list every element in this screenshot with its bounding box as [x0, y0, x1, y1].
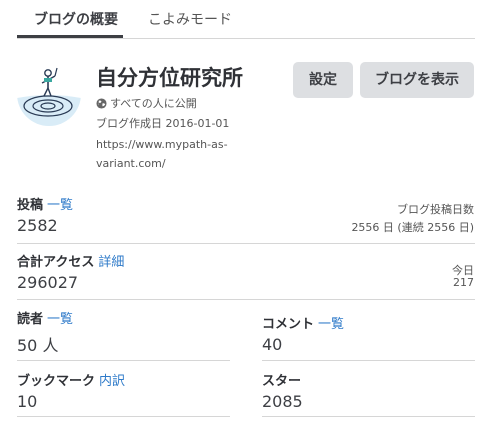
- visibility-text: すべての人に公開: [110, 97, 197, 110]
- comments-list-link[interactable]: 一覧: [318, 317, 344, 332]
- access-label: 合計アクセス: [17, 255, 95, 270]
- visibility-info: すべての人に公開: [96, 95, 197, 111]
- readers-list-link[interactable]: 一覧: [47, 312, 73, 327]
- posts-count: 2582: [17, 216, 58, 235]
- posts-list-link[interactable]: 一覧: [47, 198, 73, 213]
- stars-label: スター: [262, 374, 302, 389]
- bookmarks-stat: ブックマーク 内訳 10: [17, 370, 125, 411]
- access-stat: 合計アクセス 詳細 296027: [17, 251, 124, 292]
- access-count: 296027: [17, 273, 79, 292]
- bookmarks-breakdown-link[interactable]: 内訳: [99, 374, 125, 389]
- active-tab-indicator: [17, 35, 123, 38]
- tab-bar: ブログの概要 こよみモード: [17, 0, 475, 39]
- readers-label: 読者: [17, 312, 44, 327]
- readers-stat: 読者 一覧 50 人: [17, 308, 73, 356]
- post-days-label: ブログ投稿日数: [397, 203, 474, 216]
- post-days-value: 2556 日 (連続 2556 日): [351, 221, 474, 234]
- bookmarks-label: ブックマーク: [17, 374, 96, 389]
- comments-label: コメント: [262, 317, 315, 332]
- blog-title: 自分方位研究所: [96, 66, 243, 90]
- tab-calendar-mode[interactable]: こよみモード: [148, 9, 232, 29]
- bookmarks-count: 10: [17, 392, 38, 411]
- globe-icon: [96, 98, 107, 109]
- blog-created-date: ブログ作成日 2016-01-01: [96, 117, 230, 130]
- comments-count: 40: [262, 335, 283, 354]
- comments-stat: コメント 一覧 40: [262, 313, 344, 354]
- divider: [17, 243, 475, 244]
- blog-url[interactable]: https://www.mypath-as-variant.com/: [96, 135, 266, 173]
- divider: [17, 299, 475, 300]
- divider: [17, 416, 230, 417]
- today-value: 217: [453, 276, 474, 289]
- tab-blog-overview[interactable]: ブログの概要: [34, 9, 118, 29]
- settings-button[interactable]: 設定: [293, 62, 353, 98]
- blog-avatar-image: [17, 62, 81, 126]
- posts-stat: 投稿 一覧 2582: [17, 194, 73, 235]
- divider: [262, 416, 475, 417]
- readers-count: 50 人: [17, 336, 59, 355]
- view-blog-button[interactable]: ブログを表示: [360, 62, 474, 98]
- posts-label: 投稿: [17, 198, 44, 213]
- access-detail-link[interactable]: 詳細: [98, 255, 124, 270]
- divider: [262, 360, 475, 361]
- divider: [17, 360, 230, 361]
- stars-count: 2085: [262, 392, 303, 411]
- stars-stat: スター 2085: [262, 370, 303, 411]
- blog-avatar[interactable]: [17, 62, 81, 126]
